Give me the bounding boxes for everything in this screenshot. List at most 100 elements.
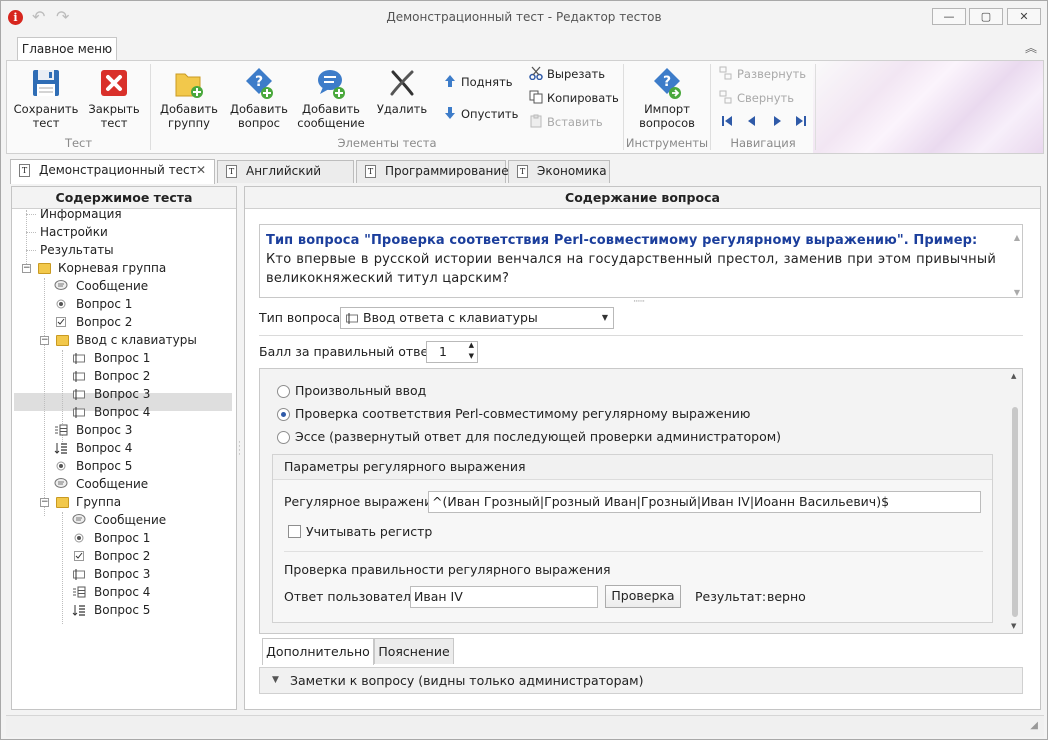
regex-check-title: Проверка правильности регулярного выраже… (284, 562, 611, 577)
tree-line (26, 214, 36, 215)
maximize-button[interactable]: ▢ (969, 8, 1003, 25)
regex-input[interactable]: ^(Иван Грозный|Грозный Иван|Грозный|Иван… (428, 491, 981, 513)
tree-item-label: Вопрос 5 (94, 603, 151, 617)
tree-item-label: Ввод с клавиатуры (76, 333, 197, 347)
question-type-value: Ввод ответа с клавиатуры (363, 310, 538, 325)
tree-item-root-group[interactable]: Корневая группа (36, 259, 166, 277)
tab-additional[interactable]: Дополнительно (262, 638, 374, 665)
scrollbar-thumb[interactable] (1012, 407, 1018, 617)
collapse-button[interactable]: Свернуть (719, 89, 794, 107)
add-group-button[interactable]: Добавить группу (157, 66, 221, 130)
tree-item-results[interactable]: Результаты (40, 241, 114, 259)
tree-item-question[interactable]: Вопрос 4 (72, 583, 150, 601)
paste-button[interactable]: Вставить (529, 113, 603, 131)
case-sensitive-checkbox[interactable] (288, 525, 301, 538)
tree-item-question[interactable]: Вопрос 3 (54, 421, 132, 439)
tab-economics[interactable]: T Экономика (508, 160, 610, 183)
tree-item-message[interactable]: Сообщение (54, 277, 148, 295)
option-essay-label[interactable]: Эссе (развернутый ответ для последующей … (295, 429, 781, 444)
tree-item-message[interactable]: Сообщение (54, 475, 148, 493)
expand-button[interactable]: Развернуть (719, 65, 806, 83)
ribbon: Сохранить тест Закрыть тест Тест Добавит… (6, 60, 1044, 154)
tree-item-question[interactable]: Вопрос 4 (54, 439, 132, 457)
copy-button[interactable]: Копировать (529, 89, 619, 107)
previous-icon[interactable] (746, 115, 758, 130)
tab-explanation[interactable]: Пояснение (374, 638, 454, 664)
last-icon[interactable] (795, 115, 807, 130)
arrow-down-icon (443, 106, 457, 120)
tree-item-question-selected[interactable]: Вопрос 3 (72, 385, 150, 403)
tree-item-label: Настройки (40, 225, 108, 239)
resize-grip-icon[interactable]: ◢ (1030, 720, 1038, 731)
tree-item-question[interactable]: Вопрос 1 (72, 529, 150, 547)
scroll-up-icon[interactable]: ▲ (1014, 228, 1020, 247)
tree-item-question[interactable]: Вопрос 1 (72, 349, 150, 367)
splitter-grip[interactable]: · · · · (238, 439, 241, 460)
text-input-question-icon (72, 405, 86, 419)
tree-item-question[interactable]: Вопрос 2 (72, 547, 150, 565)
collapse-root-toggle[interactable]: − (22, 264, 31, 273)
tree-item-label: Вопрос 5 (76, 459, 133, 473)
import-label-2: вопросов (639, 116, 695, 130)
tree-item-label: Вопрос 1 (94, 531, 151, 545)
tree-item-label: Вопрос 4 (94, 585, 151, 599)
spinner-arrows-icon[interactable]: ▲ ▼ (469, 340, 474, 362)
delete-button[interactable]: Удалить (373, 66, 431, 116)
tree-item-question[interactable]: Вопрос 5 (72, 601, 150, 619)
tree-item-question[interactable]: Вопрос 5 (54, 457, 132, 475)
tree-item-settings[interactable]: Настройки (40, 223, 108, 241)
option-essay-radio[interactable] (277, 431, 290, 444)
collapse-ribbon-icon[interactable]: ︽ (1025, 39, 1037, 56)
tree-item-question[interactable]: Вопрос 1 (54, 295, 132, 313)
scroll-up-icon[interactable]: ▲ (1011, 372, 1016, 380)
tree-item-label: Вопрос 4 (94, 405, 151, 419)
move-up-button[interactable]: Поднять (443, 73, 513, 91)
add-message-button[interactable]: Добавить сообщение (297, 66, 365, 130)
question-text-editor[interactable]: Тип вопроса "Проверка соответствия Perl-… (259, 224, 1023, 298)
first-icon[interactable] (721, 115, 733, 130)
regex-params-group: Параметры регулярного выражения Регулярн… (272, 454, 993, 623)
collapse-keyboard-group-toggle[interactable]: − (40, 336, 49, 345)
tab-programming[interactable]: T Программирование (356, 160, 509, 183)
cut-button[interactable]: Вырезать (529, 65, 605, 83)
tree-item-question[interactable]: Вопрос 3 (72, 565, 150, 583)
user-answer-input[interactable]: Иван IV (410, 586, 598, 608)
tree-item-info[interactable]: Информация (40, 205, 122, 223)
option-free-input-label[interactable]: Произвольный ввод (295, 383, 426, 398)
close-window-button[interactable]: ✕ (1007, 8, 1041, 25)
tab-demo-test[interactable]: T Демонстрационный тест ✕ (10, 159, 215, 184)
tab-english[interactable]: T Английский язык (217, 160, 354, 199)
option-regex-radio[interactable] (277, 408, 290, 421)
option-regex-label[interactable]: Проверка соответствия Perl-совместимому … (295, 406, 750, 421)
ordering-question-icon (54, 441, 68, 455)
case-sensitive-label[interactable]: Учитывать регистр (306, 524, 432, 539)
score-spinner[interactable]: 1 ▲ ▼ (426, 341, 478, 363)
options-scrollbar[interactable]: ▲ ▼ (1009, 369, 1021, 633)
document-tabs: T Демонстрационный тест ✕ T Английский я… (6, 159, 1044, 199)
scroll-down-icon[interactable]: ▼ (1014, 283, 1020, 302)
save-test-button[interactable]: Сохранить тест (13, 66, 79, 130)
close-tab-icon[interactable]: ✕ (196, 160, 206, 181)
tree-item-group[interactable]: Группа (54, 493, 121, 511)
question-type-select[interactable]: Ввод ответа с клавиатуры ▼ (340, 307, 614, 329)
scroll-down-icon[interactable]: ▼ (1011, 622, 1016, 630)
move-down-button[interactable]: Опустить (443, 105, 518, 123)
import-questions-button[interactable]: ? Импорт вопросов (634, 66, 700, 130)
option-free-input-radio[interactable] (277, 385, 290, 398)
minimize-button[interactable]: — (932, 8, 966, 25)
tree-item-question[interactable]: Вопрос 2 (54, 313, 132, 331)
tab-main-menu[interactable]: Главное меню (17, 37, 117, 61)
tree-item-question[interactable]: Вопрос 2 (72, 367, 150, 385)
tree-item-message[interactable]: Сообщение (72, 511, 166, 529)
folder-icon (38, 263, 51, 274)
editor-resize-grip[interactable]: ······ (633, 297, 645, 307)
text-input-question-icon (345, 311, 359, 331)
check-regex-button[interactable]: Проверка (605, 585, 681, 608)
next-icon[interactable] (771, 115, 783, 130)
collapse-group-toggle[interactable]: − (40, 498, 49, 507)
tree-item-keyboard-group[interactable]: Ввод с клавиатуры (54, 331, 197, 349)
add-question-button[interactable]: ? Добавить вопрос (227, 66, 291, 130)
notes-section[interactable]: ▼ Заметки к вопросу (видны только админи… (259, 667, 1023, 694)
tree-item-question[interactable]: Вопрос 4 (72, 403, 150, 421)
close-test-button[interactable]: Закрыть тест (83, 66, 145, 130)
